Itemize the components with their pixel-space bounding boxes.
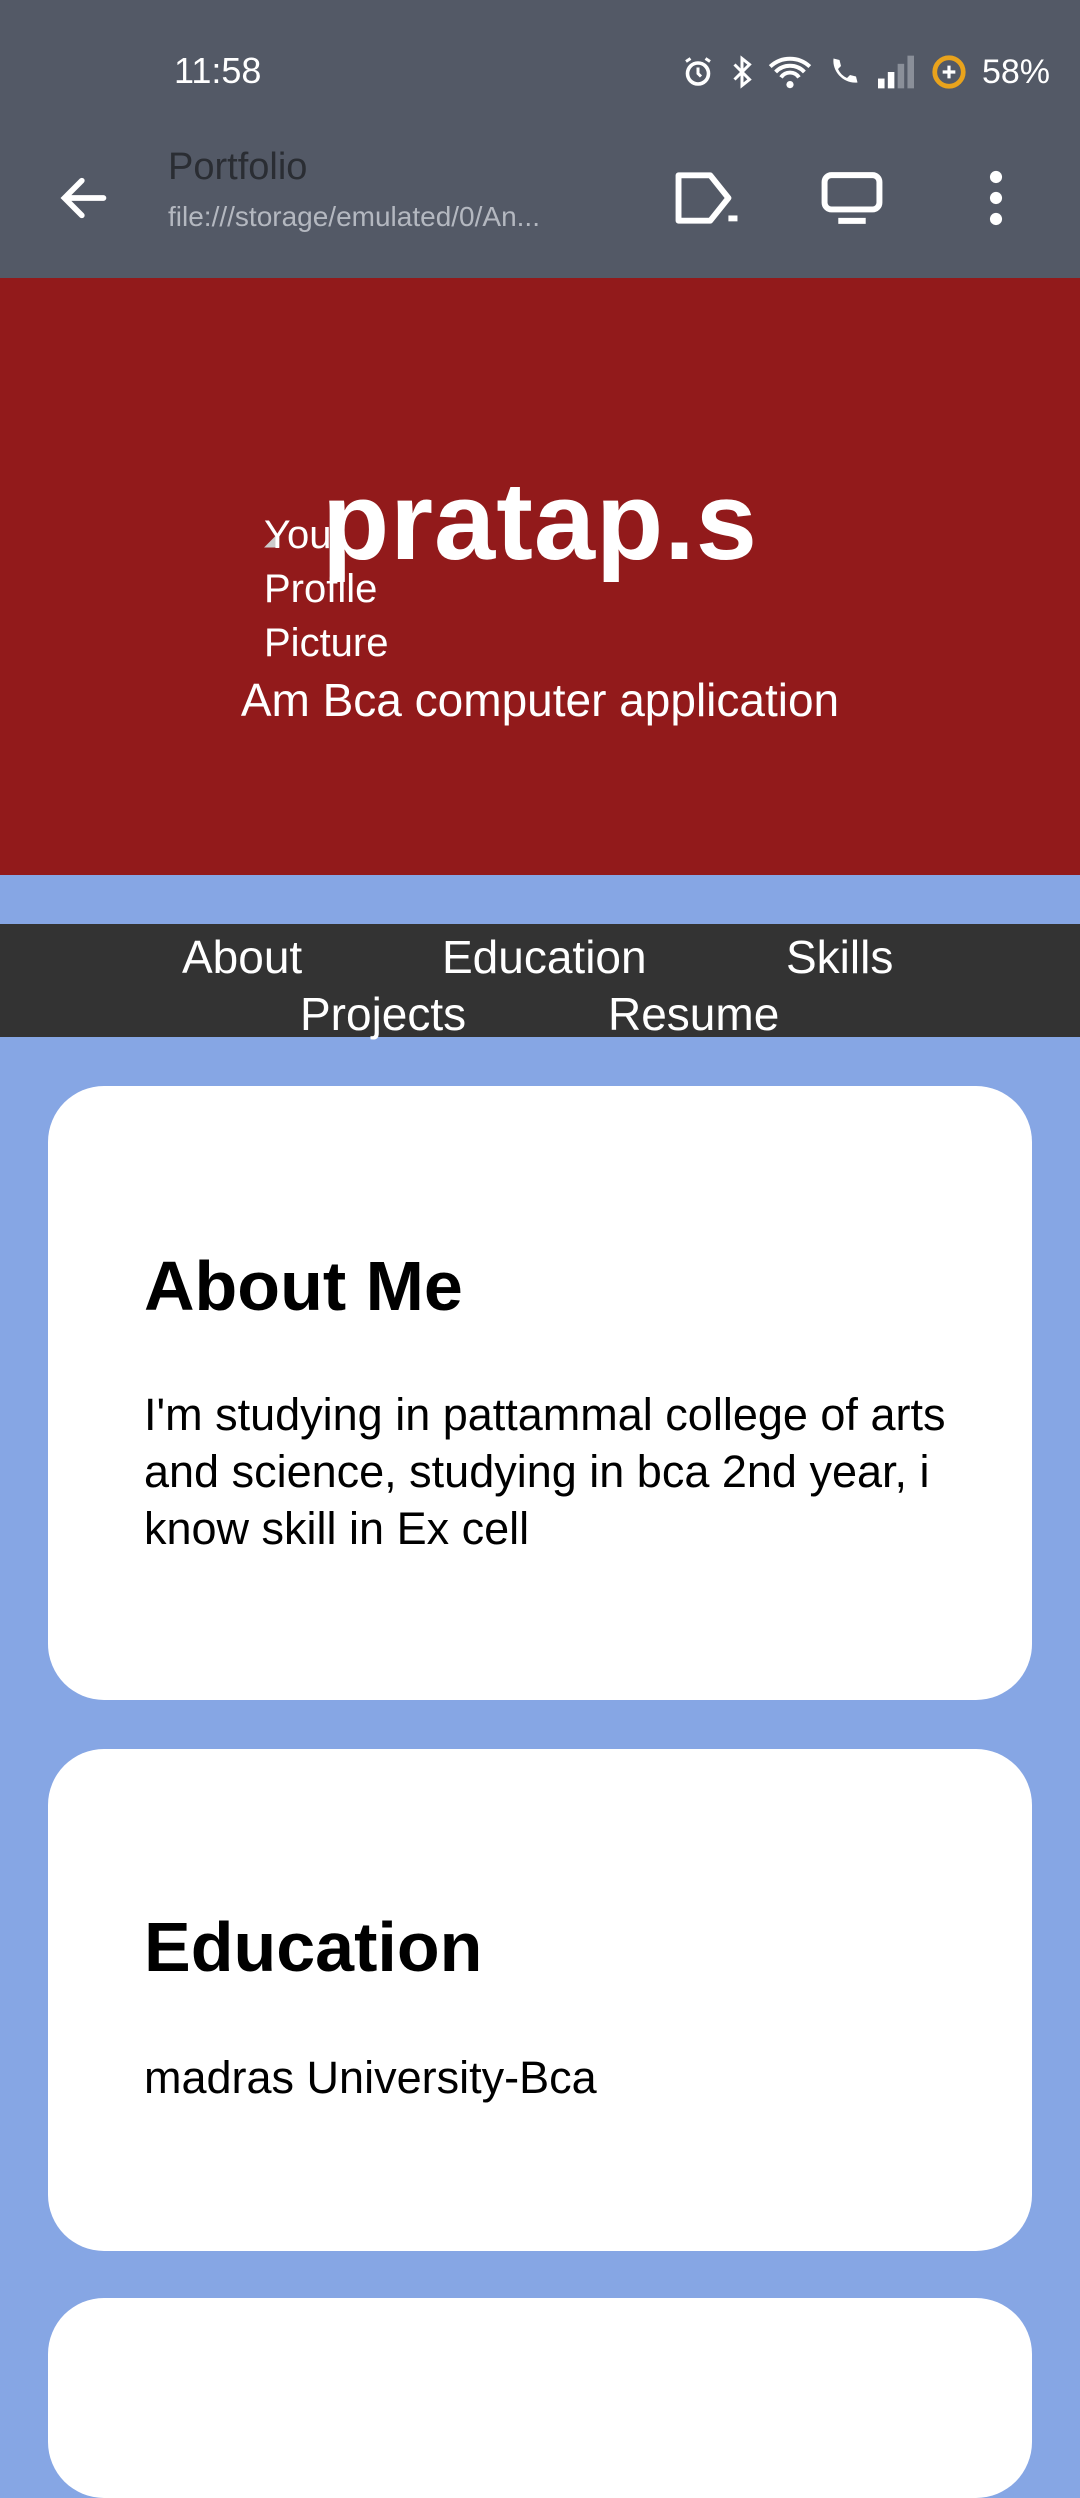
about-heading: About Me	[144, 1247, 463, 1325]
nav-skills[interactable]: Skills	[786, 929, 893, 985]
education-section: Education madras University-Bca	[48, 1749, 1032, 2251]
more-options-button[interactable]	[954, 156, 1038, 240]
battery-saver-icon	[932, 55, 966, 89]
education-heading: Education	[144, 1908, 483, 1986]
about-section: About Me I'm studying in pattammal colle…	[48, 1086, 1032, 1700]
nav-projects[interactable]: Projects	[300, 986, 466, 1042]
bluetooth-icon	[733, 55, 752, 89]
education-text: madras University-Bca	[144, 2052, 597, 2103]
back-arrow-icon	[60, 177, 107, 219]
battery-level: 58%	[981, 52, 1050, 91]
site-header: ◢ Your Profile Picture pratap.s Am Bca c…	[0, 278, 1080, 875]
nav-resume[interactable]: Resume	[608, 986, 779, 1042]
edit-icon	[675, 172, 738, 224]
browser-toolbar: 11:58 58% Portfolio file:///storage/emul…	[0, 0, 1080, 278]
page-url: file:///storage/emulated/0/An...	[168, 201, 540, 232]
edit-button[interactable]	[666, 156, 750, 240]
alarm-icon	[685, 57, 711, 86]
main-nav: About Education Skills Projects Resume	[0, 924, 1080, 1040]
nav-education[interactable]: Education	[442, 929, 647, 985]
signal-icon	[877, 55, 914, 89]
back-button[interactable]	[46, 160, 122, 236]
about-text: I'm studying in pattammal college of art…	[144, 1389, 946, 1554]
wifi-icon	[768, 56, 812, 89]
wifi-call-icon	[833, 58, 858, 83]
site-name: pratap.s	[322, 460, 758, 583]
status-icons: 58%	[680, 50, 1050, 94]
nav-about[interactable]: About	[182, 929, 302, 985]
title-block[interactable]: Portfolio file:///storage/emulated/0/An.…	[168, 146, 588, 233]
status-time: 11:58	[174, 50, 262, 91]
page-title: Portfolio	[168, 146, 308, 188]
more-vert-icon	[989, 170, 1003, 226]
desktop-site-button[interactable]	[810, 156, 894, 240]
site-tagline: Am Bca computer application	[240, 674, 840, 726]
desktop-icon	[821, 172, 883, 224]
skills-section	[48, 2298, 1032, 2498]
